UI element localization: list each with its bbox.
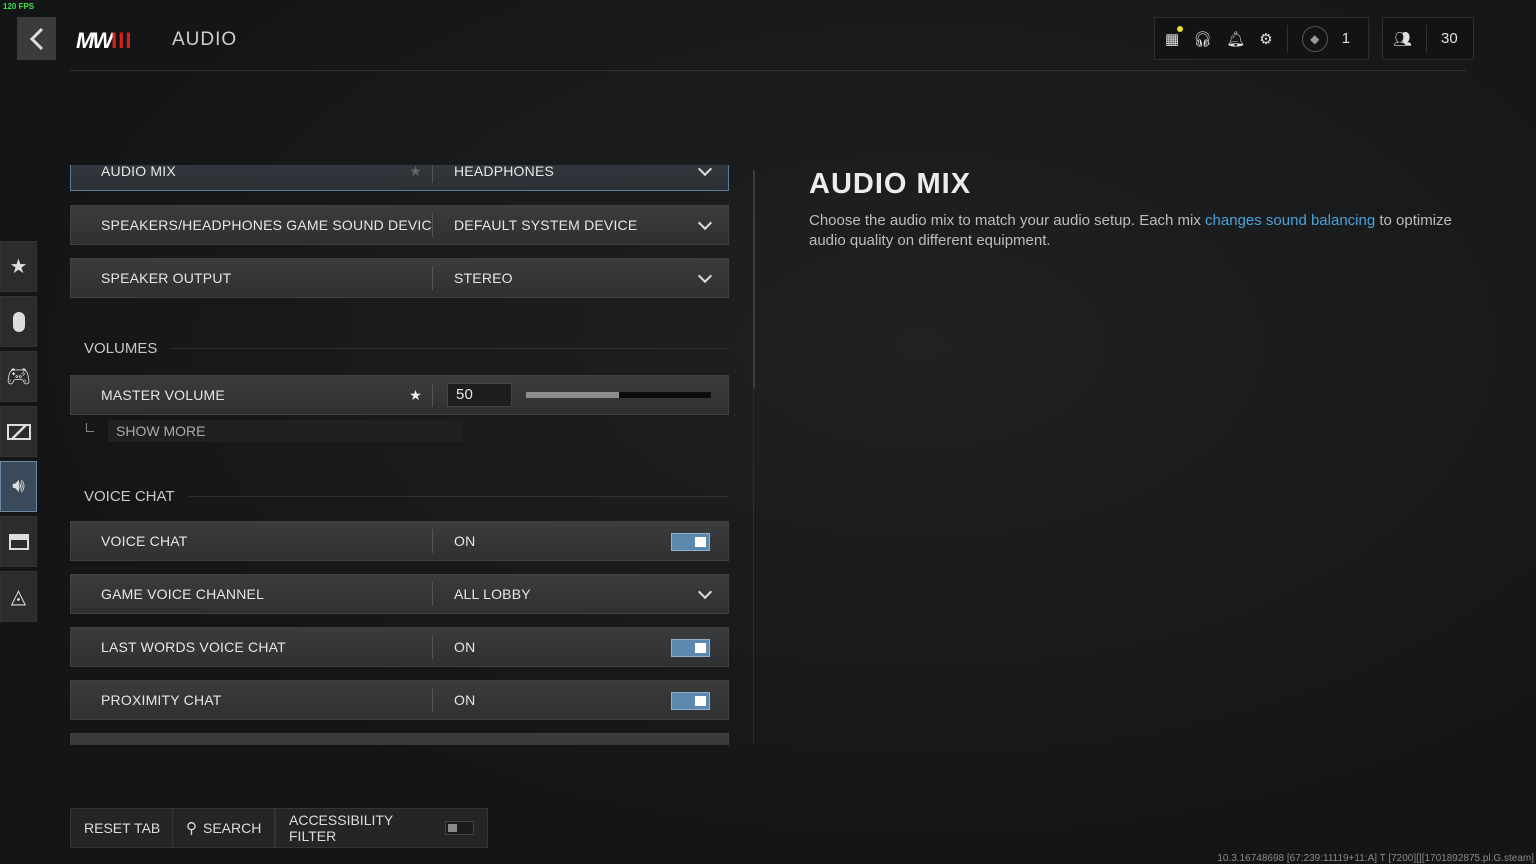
chevron-down-icon bbox=[697, 268, 713, 284]
setting-label: VOICE CHAT bbox=[101, 533, 188, 549]
branch-icon bbox=[86, 423, 94, 432]
sidebar-item-graphics[interactable] bbox=[0, 406, 37, 457]
controller-icon: 🎮︎ bbox=[5, 366, 32, 388]
sidebar-item-mouse-keyboard[interactable] bbox=[0, 296, 37, 347]
accessibility-filter-button[interactable]: ACCESSIBILITY FILTER bbox=[275, 808, 488, 848]
sidebar-item-controller[interactable]: 🎮︎ bbox=[0, 351, 37, 402]
speaker-icon: 🔊︎ bbox=[12, 475, 25, 497]
headset-icon[interactable]: 🎧︎ bbox=[1193, 30, 1212, 48]
setting-label: LAST WORDS VOICE CHAT bbox=[101, 639, 286, 655]
reset-tab-button[interactable]: RESET TAB bbox=[70, 808, 175, 848]
star-icon[interactable]: ★ bbox=[409, 165, 422, 180]
setting-value: ON bbox=[454, 692, 476, 708]
divider bbox=[1426, 24, 1428, 53]
setting-value: ON bbox=[454, 533, 476, 549]
chevron-down-icon bbox=[697, 165, 713, 177]
button-label: ACCESSIBILITY FILTER bbox=[289, 812, 394, 844]
setting-label: GAME VOICE CHANNEL bbox=[101, 586, 265, 602]
sidebar-item-audio[interactable]: 🔊︎ bbox=[0, 461, 37, 512]
back-button[interactable] bbox=[17, 17, 56, 60]
setting-value: DEFAULT SYSTEM DEVICE bbox=[454, 217, 638, 233]
setting-value: ON bbox=[454, 639, 476, 655]
toggle[interactable] bbox=[671, 692, 710, 710]
setting-label: AUDIO MIX bbox=[101, 165, 176, 179]
star-icon: ★ bbox=[9, 256, 28, 278]
level-value: 1 bbox=[1341, 30, 1351, 47]
chevron-down-icon bbox=[697, 215, 713, 231]
divider bbox=[1286, 24, 1288, 53]
page-title: AUDIO bbox=[172, 29, 238, 50]
network-icon: ◬ bbox=[10, 586, 27, 608]
setting-master-volume[interactable]: MASTER VOLUME ★ 50 bbox=[70, 375, 729, 415]
star-icon[interactable]: ★ bbox=[409, 387, 422, 404]
setting-value: HEADPHONES bbox=[454, 165, 555, 179]
layout-icon bbox=[8, 533, 29, 550]
mouse-icon bbox=[12, 311, 25, 332]
party-count: 30 bbox=[1441, 30, 1458, 47]
section-header-voice-chat: VOICE CHAT bbox=[84, 488, 729, 505]
setting-label: SPEAKERS/HEADPHONES GAME SOUND DEVICE bbox=[101, 217, 432, 233]
chevron-down-icon bbox=[697, 584, 713, 600]
bell-icon[interactable]: 🔔︎ bbox=[1226, 30, 1245, 48]
gear-icon[interactable]: ⚙ bbox=[1259, 30, 1272, 48]
rank-icon[interactable]: ◆ bbox=[1301, 25, 1328, 52]
setting-value: ALL LOBBY bbox=[454, 586, 531, 602]
grid-menu-icon[interactable]: ▦ bbox=[1165, 25, 1184, 48]
detail-link[interactable]: changes sound balancing bbox=[1205, 212, 1375, 229]
setting-audio-mix[interactable]: AUDIO MIX ★ HEADPHONES bbox=[70, 165, 729, 191]
version-string: 10.3.16748698 [67:239:11119+11:A] T [720… bbox=[1217, 853, 1534, 864]
setting-label: MASTER VOLUME bbox=[101, 387, 225, 403]
setting-sound-device[interactable]: SPEAKERS/HEADPHONES GAME SOUND DEVICE DEF… bbox=[70, 205, 729, 245]
volume-input[interactable]: 50 bbox=[447, 383, 512, 407]
show-more-button[interactable]: SHOW MORE bbox=[86, 419, 463, 442]
sidebar-item-interface[interactable] bbox=[0, 516, 37, 567]
show-more-label: SHOW MORE bbox=[108, 419, 463, 442]
monitor-icon bbox=[6, 423, 31, 440]
setting-speaker-output[interactable]: SPEAKER OUTPUT STEREO bbox=[70, 258, 729, 298]
search-icon: ⚲ bbox=[186, 820, 197, 837]
volume-slider[interactable] bbox=[526, 392, 711, 398]
party-bar[interactable]: 👥︎ 30 bbox=[1382, 17, 1474, 60]
setting-value: STEREO bbox=[454, 270, 513, 286]
list-scrollbar[interactable] bbox=[753, 170, 755, 745]
setting-label: SPEAKER OUTPUT bbox=[101, 270, 232, 286]
sidebar-item-network[interactable]: ◬ bbox=[0, 571, 37, 622]
detail-description: Choose the audio mix to match your audio… bbox=[809, 212, 1452, 249]
toggle[interactable] bbox=[671, 533, 710, 551]
button-label: SEARCH bbox=[203, 820, 262, 836]
game-logo: MWIII bbox=[76, 28, 133, 53]
chevron-left-icon bbox=[29, 27, 43, 50]
setting-label: PROXIMITY CHAT bbox=[101, 692, 222, 708]
setting-proximity-chat[interactable]: PROXIMITY CHAT ON bbox=[70, 680, 729, 720]
button-label: RESET TAB bbox=[84, 820, 161, 836]
section-header-volumes: VOLUMES bbox=[84, 340, 729, 357]
fps-counter: 120 FPS bbox=[3, 2, 35, 11]
setting-voice-chat[interactable]: VOICE CHAT ON bbox=[70, 521, 729, 561]
settings-list[interactable]: AUDIO MIX ★ HEADPHONES SPEAKERS/HEADPHONES… bbox=[70, 165, 730, 745]
sidebar-item-favorites[interactable]: ★ bbox=[0, 241, 37, 292]
setting-row-partial[interactable] bbox=[70, 733, 729, 745]
detail-title: AUDIO MIX bbox=[809, 168, 972, 200]
setting-game-voice-channel[interactable]: GAME VOICE CHANNEL ALL LOBBY bbox=[70, 574, 729, 614]
toggle[interactable] bbox=[444, 821, 474, 835]
setting-last-words[interactable]: LAST WORDS VOICE CHAT ON bbox=[70, 627, 729, 667]
header-divider bbox=[70, 70, 1466, 71]
hud-bar: ▦ 🎧︎ 🔔︎ ⚙ ◆ 1 bbox=[1154, 17, 1369, 60]
toggle[interactable] bbox=[671, 639, 710, 657]
party-icon: 👥︎ bbox=[1393, 30, 1413, 48]
slider-fill bbox=[526, 392, 619, 398]
search-button[interactable]: ⚲ SEARCH bbox=[172, 808, 276, 848]
